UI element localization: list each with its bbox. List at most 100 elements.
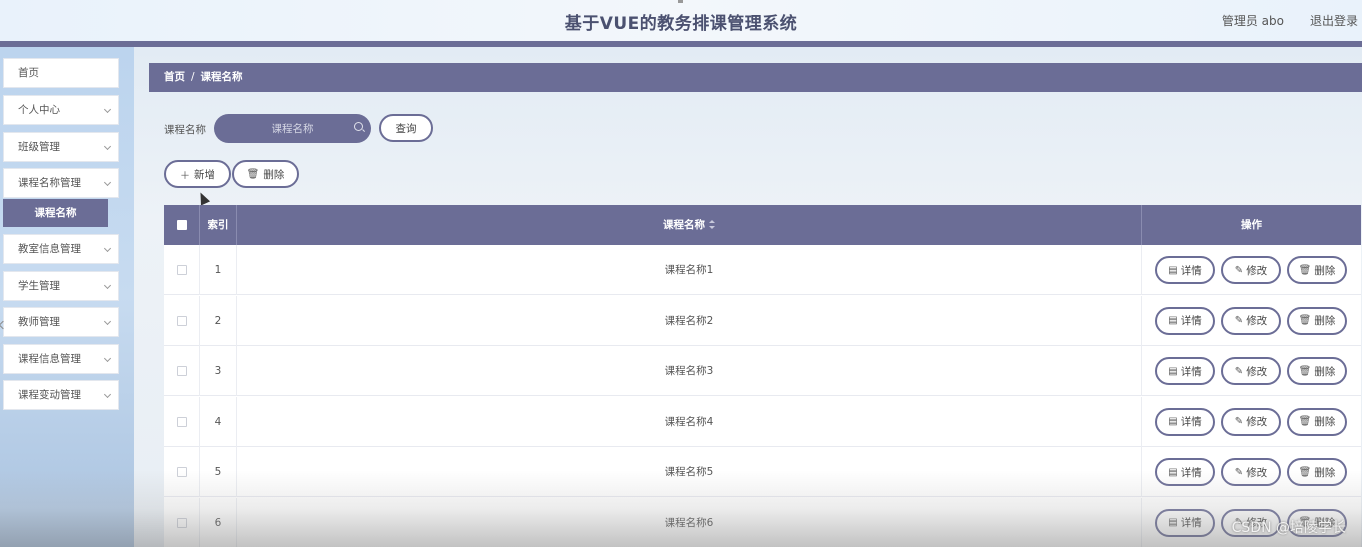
- row-actions: ▤ 详情 ✎ 修改 🗑 删除: [1142, 447, 1361, 497]
- detail-button[interactable]: ▤ 详情: [1155, 407, 1215, 436]
- row-select[interactable]: [164, 245, 200, 295]
- sidebar-item-label: 班级管理: [18, 141, 60, 153]
- detail-button[interactable]: ▤ 详情: [1155, 458, 1215, 486]
- edit-button[interactable]: ✎ 修改: [1221, 458, 1281, 486]
- pencil-icon: ✎: [1234, 264, 1244, 276]
- row-index: 5: [200, 447, 237, 497]
- row-actions: ▤ 详情 ✎ 修改 🗑 删除: [1142, 296, 1361, 346]
- sidebar-item-teacher-management[interactable]: 教师管理: [3, 307, 119, 337]
- search-label: 课程名称: [164, 124, 206, 136]
- checkbox-icon[interactable]: [176, 366, 187, 376]
- user-name: 管理员 abo: [1221, 14, 1284, 28]
- checkbox-icon[interactable]: [176, 467, 187, 477]
- detail-button[interactable]: ▤ 详情: [1155, 306, 1215, 335]
- detail-button[interactable]: ▤ 详情: [1155, 508, 1215, 537]
- breadcrumb: 首页 / 课程名称: [149, 63, 1362, 92]
- logout-link[interactable]: 退出登录: [1310, 12, 1358, 29]
- sidebar-item-label: 课程变动管理: [18, 389, 81, 401]
- detail-button-label: 详情: [1180, 315, 1202, 327]
- sidebar-item-label: 个人中心: [18, 104, 60, 116]
- pencil-icon: ✎: [1234, 466, 1244, 478]
- search-icon: [354, 122, 363, 131]
- edit-button[interactable]: ✎ 修改: [1221, 256, 1281, 284]
- sidebar-item-class-management[interactable]: 班级管理: [3, 132, 119, 162]
- sidebar-item-course-change-management[interactable]: 课程变动管理: [3, 380, 119, 410]
- pencil-icon: ✎: [1234, 315, 1244, 326]
- row-index: 6: [200, 497, 237, 547]
- table-row: 6 课程名称6 ▤ 详情 ✎ 修改 🗑 删除: [164, 497, 1361, 547]
- checkbox-icon[interactable]: [176, 220, 187, 230]
- row-course-name: 课程名称5: [237, 447, 1142, 497]
- breadcrumb-home[interactable]: 首页: [164, 71, 185, 83]
- sidebar-item-course-info-management[interactable]: 课程信息管理: [3, 344, 119, 374]
- chevron-down-icon: [103, 281, 112, 290]
- plus-icon: ＋: [180, 170, 190, 182]
- trash-icon: 🗑: [1298, 416, 1312, 427]
- document-icon: ▤: [1168, 517, 1178, 528]
- sidebar-subitem-course-name[interactable]: 课程名称: [3, 199, 108, 227]
- row-index: 1: [200, 245, 237, 295]
- row-select[interactable]: [164, 497, 200, 547]
- checkbox-icon[interactable]: [176, 416, 187, 427]
- edit-button-label: 修改: [1246, 365, 1268, 378]
- delete-button[interactable]: 🗑 删除: [1287, 256, 1347, 284]
- search-input[interactable]: [214, 114, 371, 143]
- delete-button[interactable]: 🗑 删除: [1287, 357, 1347, 385]
- chevron-down-icon: [103, 244, 112, 253]
- add-button-label: 新增: [194, 168, 215, 181]
- sidebar-item-classroom-management[interactable]: 教室信息管理: [3, 234, 119, 264]
- course-table: 索引 课程名称 操作 1 课程名称1 ▤ 详情 ✎ 修改 🗑 删除 2 课程名称2 ▤ 详情 ✎ 修改 🗑 删…: [164, 205, 1361, 547]
- header-select-all[interactable]: [164, 205, 200, 245]
- row-actions: ▤ 详情 ✎ 修改 🗑 删除: [1142, 397, 1361, 447]
- checkbox-icon[interactable]: [176, 265, 187, 275]
- document-icon: ▤: [1168, 315, 1178, 326]
- row-actions: ▤ 详情 ✎ 修改 🗑 删除: [1142, 245, 1361, 295]
- detail-button-label: 详情: [1180, 365, 1202, 378]
- row-course-name: 课程名称4: [237, 396, 1142, 447]
- row-select[interactable]: [164, 447, 200, 497]
- detail-button[interactable]: ▤ 详情: [1155, 357, 1215, 385]
- top-header: 基于VUE的教务排课管理系统 管理员 abo 退出登录: [0, 0, 1362, 41]
- row-select[interactable]: [164, 346, 200, 396]
- detail-button[interactable]: ▤ 详情: [1155, 256, 1215, 284]
- edit-button[interactable]: ✎ 修改: [1221, 306, 1281, 335]
- document-icon: ▤: [1168, 264, 1178, 276]
- delete-button[interactable]: 🗑 删除: [1287, 407, 1347, 436]
- sidebar-item-student-management[interactable]: 学生管理: [3, 271, 119, 301]
- batch-delete-button[interactable]: 🗑 删除: [232, 160, 299, 188]
- sidebar-item-personal-center[interactable]: 个人中心: [3, 95, 119, 125]
- delete-button[interactable]: 🗑 删除: [1287, 306, 1347, 335]
- sidebar-item-home[interactable]: 首页: [3, 58, 119, 88]
- detail-button-label: 详情: [1180, 416, 1202, 428]
- pencil-icon: ✎: [1234, 416, 1244, 427]
- row-select[interactable]: [164, 295, 200, 346]
- watermark: CSDN @培陵学长: [1231, 520, 1346, 536]
- query-button[interactable]: 查询: [379, 114, 433, 142]
- delete-button-label: 删除: [263, 168, 285, 181]
- row-course-name: 课程名称3: [237, 346, 1142, 396]
- checkbox-icon[interactable]: [176, 517, 187, 528]
- edit-button[interactable]: ✎ 修改: [1221, 407, 1281, 436]
- checkbox-icon[interactable]: [176, 315, 187, 326]
- add-button[interactable]: ＋ 新增: [164, 160, 231, 188]
- sort-icon[interactable]: [709, 220, 715, 230]
- row-course-name: 课程名称6: [237, 497, 1142, 547]
- row-select[interactable]: [164, 396, 200, 447]
- header-divider: [0, 41, 1362, 47]
- delete-button-label: 删除: [1314, 315, 1336, 327]
- table-header: 索引 课程名称 操作: [164, 205, 1361, 245]
- document-icon: ▤: [1168, 365, 1178, 377]
- mouse-cursor-icon: [195, 190, 211, 206]
- trash-icon: 🗑: [1298, 264, 1312, 276]
- header-course-name[interactable]: 课程名称: [237, 205, 1142, 245]
- header-course-name-label: 课程名称: [663, 219, 705, 231]
- sidebar-item-course-name-management[interactable]: 课程名称管理: [3, 168, 119, 198]
- delete-button-label: 删除: [1314, 365, 1336, 378]
- detail-button-label: 详情: [1180, 517, 1202, 529]
- row-index: 4: [200, 396, 237, 447]
- delete-button-label: 删除: [1314, 466, 1336, 479]
- edit-button[interactable]: ✎ 修改: [1221, 357, 1281, 385]
- delete-button[interactable]: 🗑 删除: [1287, 458, 1347, 486]
- table-row: 4 课程名称4 ▤ 详情 ✎ 修改 🗑 删除: [164, 396, 1361, 447]
- breadcrumb-separator: /: [191, 71, 195, 83]
